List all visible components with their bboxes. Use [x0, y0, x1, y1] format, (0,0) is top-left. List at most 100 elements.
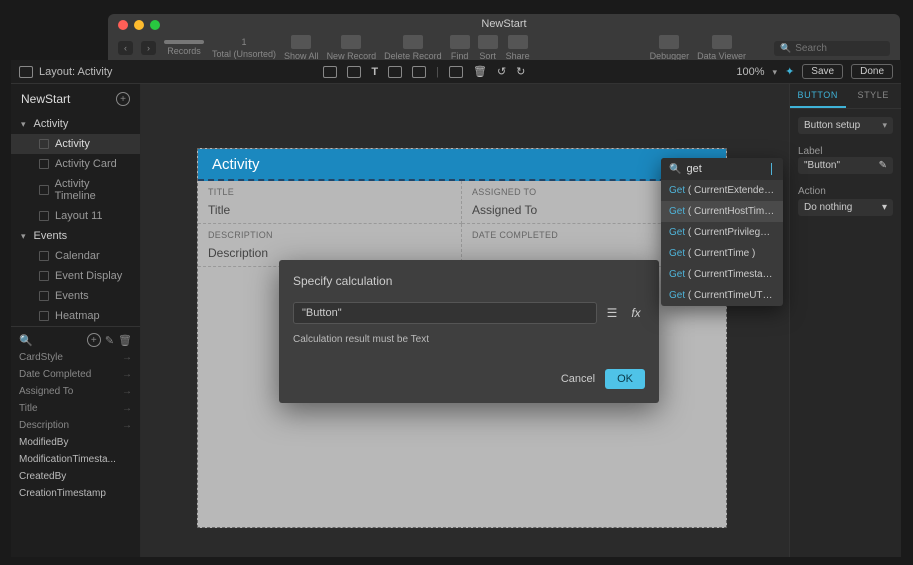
zoom-chevron-icon[interactable] — [773, 66, 778, 78]
search-icon: 🔍 — [669, 164, 681, 175]
app-toolbar: Layout: Activity T | 🗑 ↺ ↻ 100% ✦ Save D… — [11, 60, 901, 84]
tool-find[interactable]: Find — [450, 35, 470, 61]
app-frame: Layout: Activity T | 🗑 ↺ ↻ 100% ✦ Save D… — [11, 60, 901, 557]
save-button[interactable]: Save — [802, 64, 843, 79]
ac-item[interactable]: Get ( CurrentExtendedPriv... — [661, 180, 783, 201]
ac-item[interactable]: Get ( CurrentPrivilegeSetN... — [661, 222, 783, 243]
field-modifiedby[interactable]: ModifiedBy — [19, 434, 132, 451]
nav-fwd-button[interactable]: › — [141, 41, 156, 55]
window-title: NewStart — [108, 18, 900, 30]
tool-redo-icon[interactable]: ↻ — [516, 65, 525, 78]
sidebar-item-activity[interactable]: Activity — [11, 134, 140, 154]
done-button[interactable]: Done — [851, 64, 893, 79]
tool-share[interactable]: Share — [506, 35, 530, 61]
tab-button[interactable]: BUTTON — [790, 84, 846, 108]
layout-icon — [39, 291, 49, 301]
action-select[interactable]: Do nothing▾ — [798, 199, 893, 216]
records-group: Records — [164, 40, 204, 56]
tab-style[interactable]: STYLE — [846, 84, 902, 108]
left-sidebar: NewStart + Activity Activity Activity Ca… — [11, 84, 141, 557]
add-field-button[interactable]: + — [87, 333, 101, 347]
tool-button-icon[interactable] — [412, 66, 426, 78]
tool-dataviewer[interactable]: Data Viewer — [697, 35, 746, 61]
ac-search-row: 🔍 — [661, 158, 783, 180]
nav-back-button[interactable]: ‹ — [118, 41, 133, 55]
cell-title[interactable]: TITLE Title — [198, 181, 462, 224]
field-modificationts[interactable]: ModificationTimesta... — [19, 451, 132, 468]
sidebar-item-heatmap[interactable]: Heatmap — [11, 306, 140, 326]
field-datecompleted[interactable]: Date Completed→ — [19, 366, 132, 383]
total-count: 1 — [242, 37, 247, 47]
global-search[interactable]: 🔍 — [774, 41, 890, 56]
ac-item[interactable]: Get ( CurrentHostTimesta... — [661, 201, 783, 222]
sidebar-item-activity-card[interactable]: Activity Card — [11, 154, 140, 174]
tool-image-icon[interactable] — [388, 66, 402, 78]
function-autocomplete: 🔍 Get ( CurrentExtendedPriv...Get ( Curr… — [661, 158, 783, 306]
calculation-input[interactable]: "Button" — [293, 302, 597, 324]
add-layout-button[interactable]: + — [116, 92, 130, 106]
global-search-input[interactable] — [795, 43, 884, 54]
layout-icon — [39, 271, 49, 281]
wand-icon[interactable]: ✦ — [785, 65, 794, 78]
field-description[interactable]: Description→ — [19, 417, 132, 434]
text-cursor — [771, 163, 772, 175]
edit-field-icon[interactable]: ✎ — [105, 334, 114, 347]
label-input[interactable]: "Button" ✎ — [798, 157, 893, 174]
panel-toggle-icon[interactable] — [19, 66, 33, 78]
sort-icon — [478, 35, 498, 49]
zoom-level[interactable]: 100% — [736, 66, 764, 78]
fields-search[interactable]: 🔍 + ✎ 🗑 — [19, 331, 132, 349]
field-assignedto[interactable]: Assigned To→ — [19, 383, 132, 400]
field-createdby[interactable]: CreatedBy — [19, 468, 132, 485]
list-icon[interactable]: ☰ — [603, 304, 621, 322]
tool-type-icon[interactable]: T — [371, 66, 378, 78]
tool-text-icon[interactable] — [347, 66, 361, 78]
tool-delete-icon[interactable]: 🗑 — [473, 65, 487, 78]
records-label: Records — [167, 46, 201, 56]
window-chrome: NewStart ‹ › Records 1 Total (Unsorted) … — [108, 14, 900, 60]
field-title[interactable]: Title→ — [19, 400, 132, 417]
dialog-title: Specify calculation — [293, 274, 645, 288]
search-icon: 🔍 — [19, 334, 33, 347]
search-icon: 🔍 — [780, 43, 791, 54]
field-cardstyle[interactable]: CardStyle→ — [19, 349, 132, 366]
sidebar-item-activity-timeline[interactable]: Activity Timeline — [11, 174, 140, 206]
tool-portal-icon[interactable] — [449, 66, 463, 78]
section-events[interactable]: Events — [11, 226, 140, 246]
tool-showall[interactable]: Show All — [284, 35, 319, 61]
fields-panel: 🔍 + ✎ 🗑 CardStyle→ Date Completed→ Assig… — [11, 326, 140, 506]
sidebar-item-calendar[interactable]: Calendar — [11, 246, 140, 266]
tool-deleterecord[interactable]: Delete Record — [384, 35, 442, 61]
tool-undo-icon[interactable]: ↺ — [497, 65, 506, 78]
sidebar-item-layout-11[interactable]: Layout 11 — [11, 206, 140, 226]
chevron-down-icon — [882, 120, 887, 131]
sidebar-item-event-display[interactable]: Event Display — [11, 266, 140, 286]
button-setup-select[interactable]: Button setup — [798, 117, 893, 134]
section-activity[interactable]: Activity — [11, 114, 140, 134]
ac-item[interactable]: Get ( CurrentTime ) — [661, 243, 783, 264]
deleterecord-icon — [403, 35, 423, 49]
ac-item[interactable]: Get ( CurrentTimestamp ) — [661, 264, 783, 285]
layout-icon — [39, 139, 49, 149]
tool-debugger[interactable]: Debugger — [650, 35, 690, 61]
total-group: 1 Total (Unsorted) — [212, 37, 276, 59]
ok-button[interactable]: OK — [605, 369, 645, 389]
tool-selector-icon[interactable] — [323, 66, 337, 78]
layout-icon — [39, 159, 49, 169]
showall-icon — [291, 35, 311, 49]
layout-label: Layout: Activity — [39, 66, 112, 78]
delete-field-icon[interactable]: 🗑 — [118, 334, 132, 347]
tool-sort[interactable]: Sort — [478, 35, 498, 61]
project-name: NewStart — [21, 92, 70, 106]
records-slider[interactable] — [164, 40, 204, 44]
field-creationts[interactable]: CreationTimestamp — [19, 485, 132, 502]
tool-newrecord[interactable]: New Record — [327, 35, 377, 61]
ac-item[interactable]: Get ( CurrentTimeUTCMilli... — [661, 285, 783, 306]
sidebar-item-events[interactable]: Events — [11, 286, 140, 306]
fx-icon[interactable]: fx — [627, 304, 645, 322]
edit-icon[interactable]: ✎ — [879, 160, 887, 171]
ac-search-input[interactable] — [686, 163, 766, 175]
dataviewer-icon — [712, 35, 732, 49]
cancel-button[interactable]: Cancel — [561, 373, 595, 385]
window-toolbar: ‹ › Records 1 Total (Unsorted) Show All … — [108, 36, 900, 60]
